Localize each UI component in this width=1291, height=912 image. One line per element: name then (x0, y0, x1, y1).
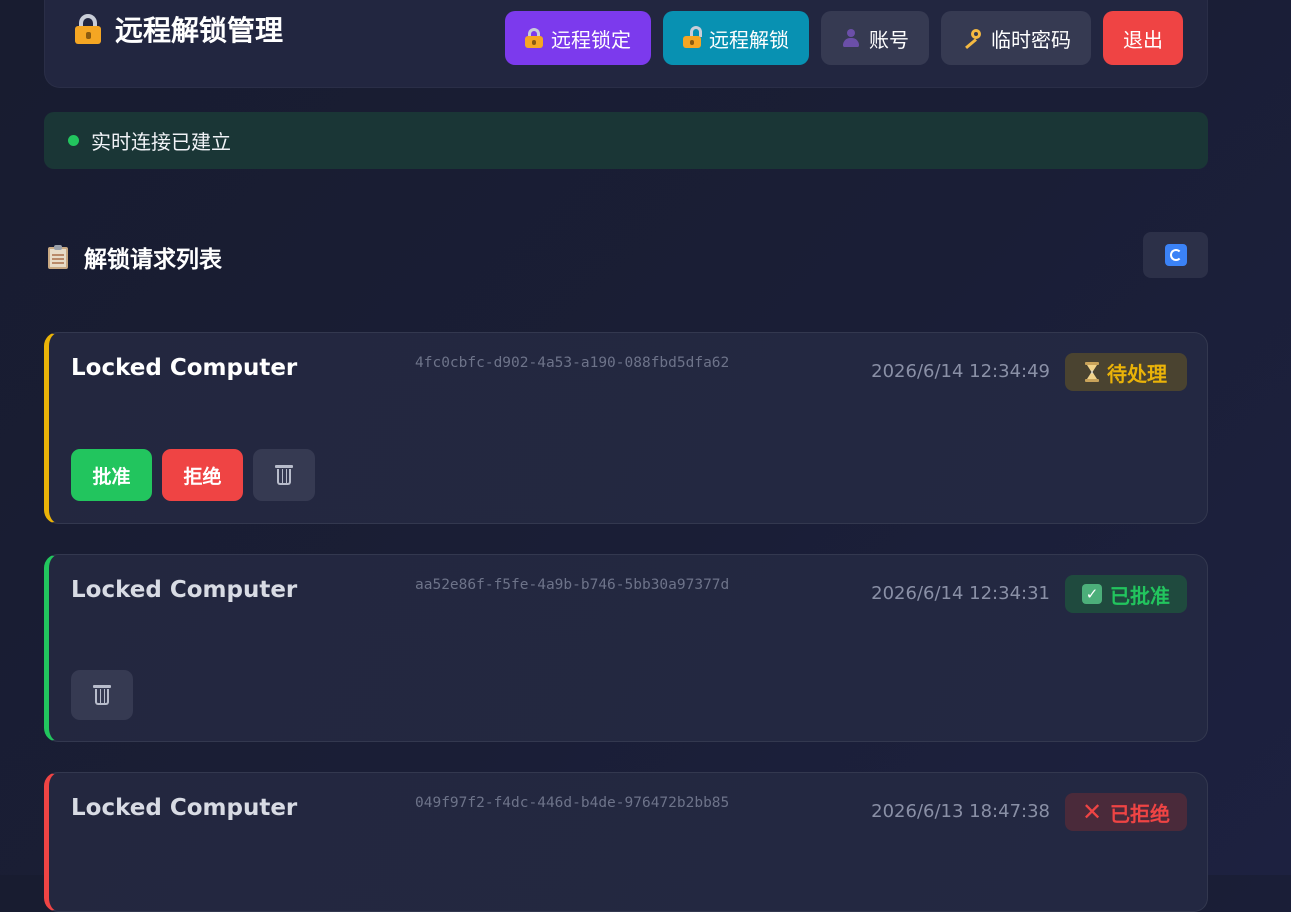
connection-status-text: 实时连接已建立 (91, 130, 231, 154)
app-header: 远程解锁管理 远程锁定 远程解锁 账号 临时密码 退出 (44, 0, 1208, 88)
check-icon: ✓ (1082, 584, 1102, 604)
cross-icon: ✕ (1081, 798, 1103, 826)
status-badge: 待处理 (1065, 353, 1187, 391)
request-list-title: 解锁请求列表 (48, 240, 222, 274)
account-button[interactable]: 账号 (821, 11, 929, 65)
delete-button[interactable] (71, 670, 133, 720)
computer-name: Locked Computer (71, 355, 298, 381)
refresh-icon (1164, 244, 1187, 266)
request-id: 049f97f2-f4dc-446d-b4de-976472b2bb85 (415, 795, 730, 811)
remote-unlock-label: 远程解锁 (709, 27, 789, 52)
card-actions: 批准 拒绝 (71, 449, 315, 501)
reject-button[interactable]: 拒绝 (162, 449, 243, 501)
clipboard-icon (48, 245, 68, 269)
delete-button[interactable] (253, 449, 315, 501)
remote-lock-button[interactable]: 远程锁定 (505, 11, 651, 65)
unlock-icon (683, 26, 702, 48)
page-title-text: 远程解锁管理 (115, 14, 284, 47)
request-card: Locked Computer 4fc0cbfc-d902-4a53-a190-… (44, 332, 1208, 524)
request-list-title-text: 解锁请求列表 (84, 247, 222, 273)
card-actions (71, 670, 133, 720)
logout-label: 退出 (1123, 27, 1163, 52)
status-badge: ✕ 已拒绝 (1065, 793, 1187, 831)
request-time: 2026/6/13 18:47:38 (871, 801, 1050, 822)
hourglass-icon (1085, 362, 1099, 382)
request-card: Locked Computer aa52e86f-f5fe-4a9b-b746-… (44, 554, 1208, 742)
lock-icon (525, 28, 543, 48)
request-id: 4fc0cbfc-d902-4a53-a190-088fbd5dfa62 (415, 355, 730, 371)
lock-icon (75, 14, 101, 44)
request-time: 2026/6/14 12:34:49 (871, 361, 1050, 382)
trash-icon (93, 684, 111, 706)
status-badge-text: 已批准 (1110, 583, 1170, 608)
key-icon (961, 28, 983, 50)
account-label: 账号 (869, 27, 909, 52)
trash-icon (275, 464, 293, 486)
status-dot-icon (68, 135, 79, 146)
request-card: Locked Computer 049f97f2-f4dc-446d-b4de-… (44, 772, 1208, 912)
temp-password-label: 临时密码 (991, 27, 1071, 52)
request-time: 2026/6/14 12:34:31 (871, 583, 1050, 604)
header-actions: 远程锁定 远程解锁 账号 临时密码 退出 (505, 11, 1183, 65)
temp-password-button[interactable]: 临时密码 (941, 11, 1091, 65)
page-title: 远程解锁管理 (75, 9, 283, 49)
connection-status-bar: 实时连接已建立 (44, 112, 1208, 169)
refresh-button[interactable] (1143, 232, 1208, 278)
status-badge-text: 待处理 (1107, 361, 1167, 386)
remote-lock-label: 远程锁定 (551, 27, 631, 52)
computer-name: Locked Computer (71, 577, 298, 603)
remote-unlock-button[interactable]: 远程解锁 (663, 11, 809, 65)
user-icon (841, 28, 861, 48)
status-badge: ✓ 已批准 (1065, 575, 1187, 613)
computer-name: Locked Computer (71, 795, 298, 821)
logout-button[interactable]: 退出 (1103, 11, 1183, 65)
approve-button[interactable]: 批准 (71, 449, 152, 501)
status-badge-text: 已拒绝 (1110, 801, 1171, 826)
request-id: aa52e86f-f5fe-4a9b-b746-5bb30a97377d (415, 577, 730, 593)
